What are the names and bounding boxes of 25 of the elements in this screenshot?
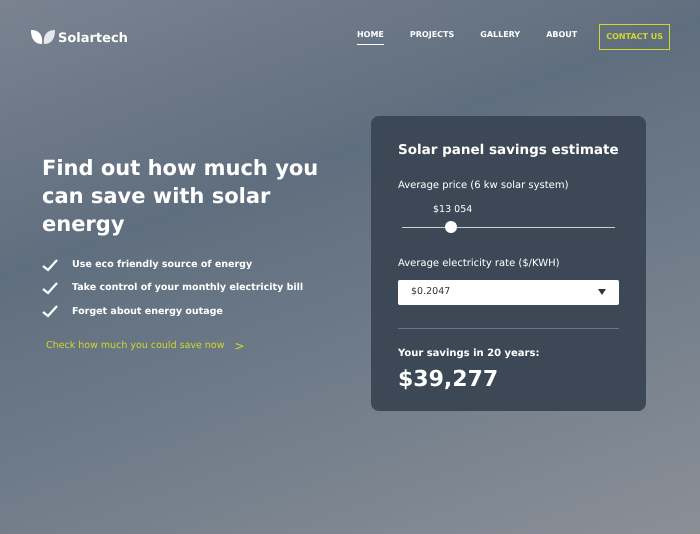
savings-label: Your savings in 20 years: [398,346,540,360]
price-reading: $13 054 [433,203,474,218]
check-icon [42,258,58,272]
contact-button[interactable]: CONTACT US [599,24,670,50]
calculator-title: Solar panel savings estimate [398,141,619,160]
dropdown-caret-icon [598,289,606,295]
savings-value: $39,277 [398,366,500,394]
rate-select[interactable]: $0.2047 [398,280,619,304]
nav-link[interactable]: GALLERY [480,29,520,45]
nav-link[interactable]: HOME [356,29,384,45]
hero-headline: Find out how much you can save with solar energy [42,155,320,238]
chevron-text[interactable]: > [234,336,245,355]
feature-text: Use eco friendly source of energy [72,258,252,272]
slider-thumb[interactable] [444,221,457,233]
feature-text: Forget about energy outage [72,304,223,318]
leaf-logo-icon [30,29,56,45]
rate-label: Average electricity rate ($/KWH) [398,256,561,270]
nav-link[interactable]: PROJECTS [410,29,454,45]
feature-text: Take control of your monthly electricity bill [72,281,304,296]
check-icon [42,282,58,295]
savings-link[interactable]: Check how much you could save now [46,338,224,353]
check-icon [42,305,58,318]
logo-text[interactable]: Solartech [58,32,128,45]
price-label: Average price (6 kw solar system) [398,179,570,194]
nav-link[interactable]: ABOUT [546,29,578,45]
